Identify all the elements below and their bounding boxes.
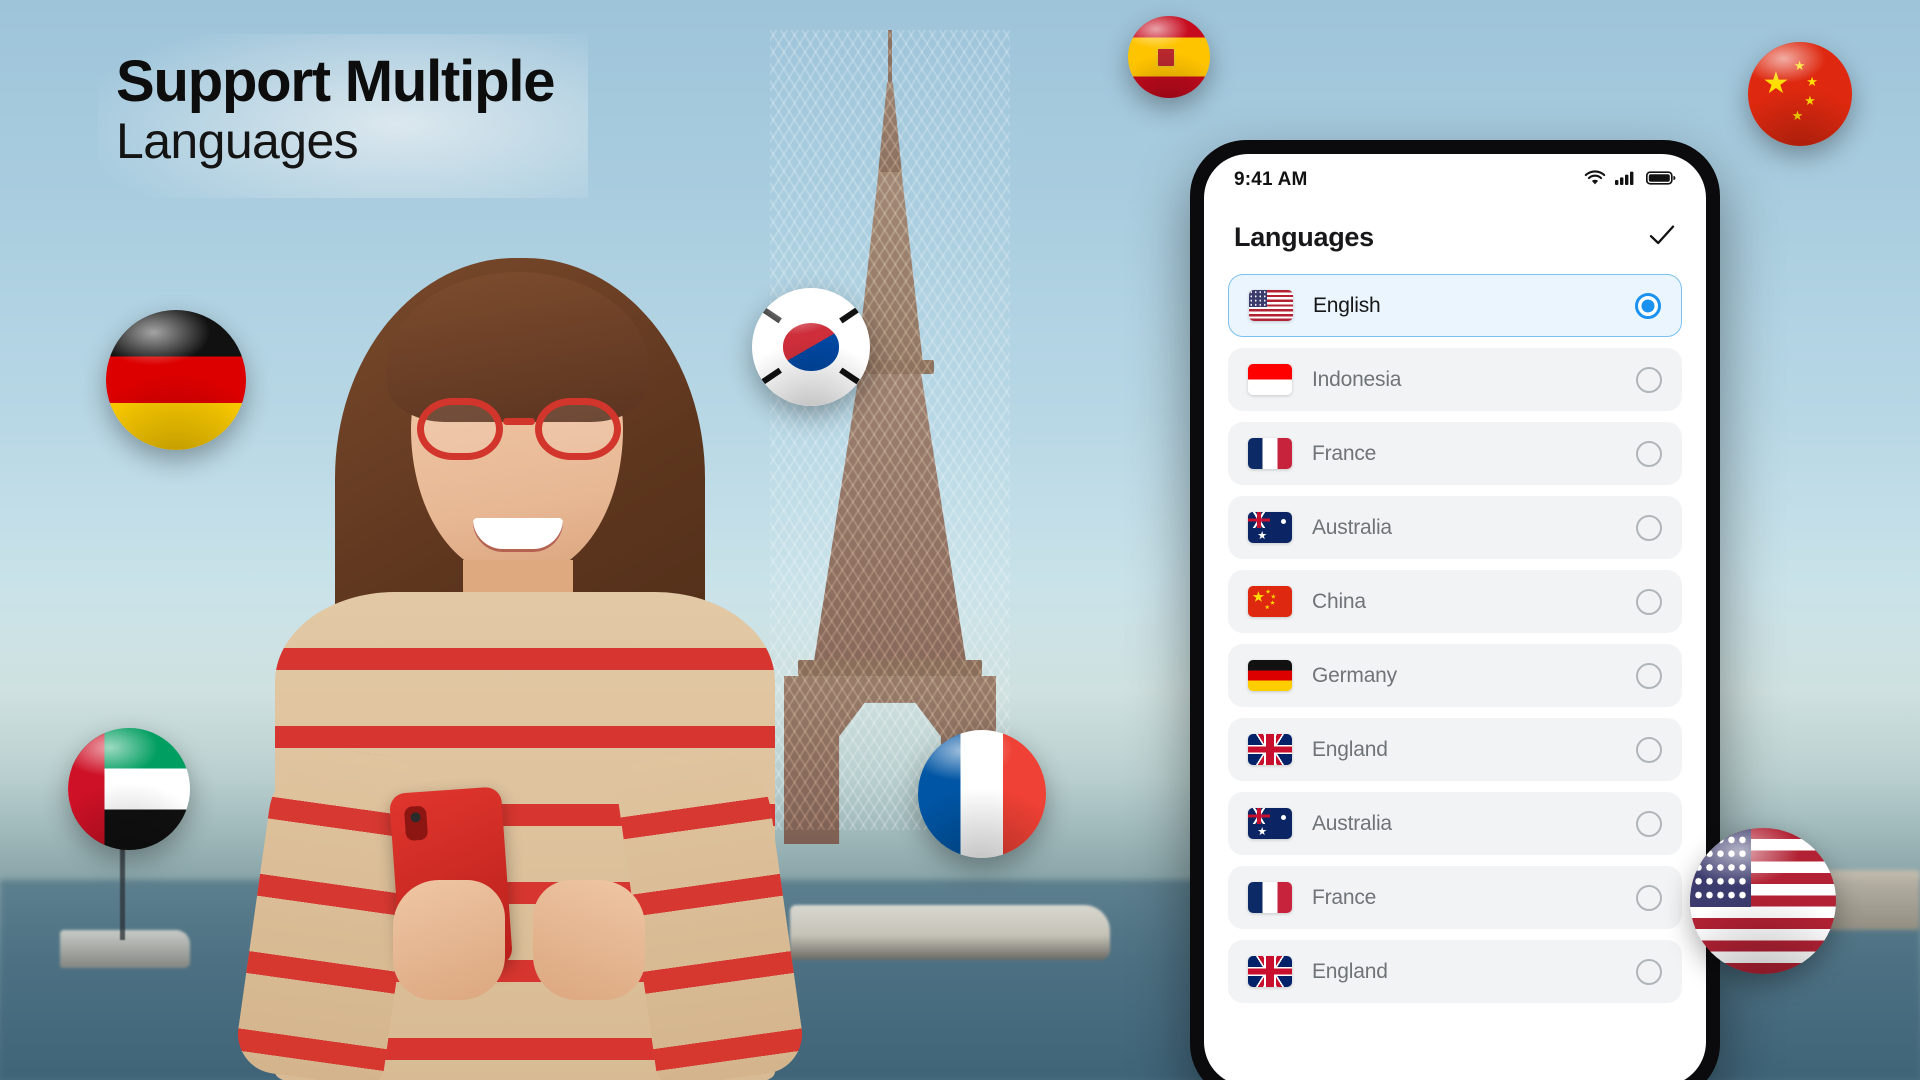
language-row-label: England bbox=[1312, 737, 1388, 761]
status-bar: 9:41 AM bbox=[1204, 154, 1706, 206]
language-row-english-0[interactable]: English bbox=[1228, 274, 1682, 337]
wifi-icon bbox=[1584, 169, 1606, 191]
radio-button[interactable] bbox=[1636, 366, 1662, 393]
phone-screen: 9:41 AM Languages English Indonesia Fran… bbox=[1204, 154, 1706, 1080]
flag-indonesia-icon bbox=[1248, 364, 1292, 395]
flag-australia-icon bbox=[1248, 512, 1292, 543]
checkmark-icon[interactable] bbox=[1648, 221, 1676, 254]
floating-flag-usa-icon bbox=[1690, 828, 1836, 974]
flag-france-icon bbox=[1248, 882, 1292, 913]
page-title: Support Multiple Languages bbox=[98, 34, 589, 199]
language-row-label: Germany bbox=[1312, 663, 1397, 687]
flag-australia-icon bbox=[1248, 808, 1292, 839]
app-header-title: Languages bbox=[1234, 221, 1374, 252]
language-row-australia-3[interactable]: Australia bbox=[1228, 496, 1682, 559]
flag-england-icon bbox=[1248, 734, 1292, 765]
battery-icon bbox=[1645, 170, 1676, 191]
eyeglasses bbox=[415, 398, 623, 462]
boat bbox=[790, 905, 1110, 960]
language-row-china-4[interactable]: China bbox=[1228, 570, 1682, 633]
language-row-france-8[interactable]: France bbox=[1228, 866, 1682, 929]
phone-mockup: 9:41 AM Languages English Indonesia Fran… bbox=[1190, 140, 1720, 1080]
language-row-label: Australia bbox=[1312, 811, 1392, 835]
radio-button[interactable] bbox=[1636, 958, 1662, 985]
language-row-australia-7[interactable]: Australia bbox=[1228, 792, 1682, 855]
radio-button-selected[interactable] bbox=[1635, 292, 1661, 319]
language-row-indonesia-1[interactable]: Indonesia bbox=[1228, 348, 1682, 411]
language-row-france-2[interactable]: France bbox=[1228, 422, 1682, 485]
language-row-label: France bbox=[1312, 885, 1377, 909]
language-list[interactable]: English Indonesia France Australia China Germ… bbox=[1204, 268, 1706, 1080]
cellular-signal-icon bbox=[1615, 170, 1637, 191]
floating-flag-spain-icon bbox=[1128, 16, 1210, 98]
floating-flag-china-icon: ★ ★ ★ ★ ★ bbox=[1748, 42, 1852, 146]
headline-line-2: Languages bbox=[116, 113, 359, 170]
language-row-germany-5[interactable]: Germany bbox=[1228, 644, 1682, 707]
app-header: Languages bbox=[1204, 206, 1706, 268]
radio-button[interactable] bbox=[1636, 514, 1662, 541]
floating-flag-uae-icon bbox=[68, 728, 190, 850]
status-bar-clock: 9:41 AM bbox=[1234, 169, 1308, 190]
flag-england-icon bbox=[1248, 956, 1292, 987]
flag-usa-icon bbox=[1249, 290, 1293, 321]
floating-flag-france-icon bbox=[918, 730, 1046, 858]
flag-germany-icon bbox=[1248, 660, 1292, 691]
radio-button[interactable] bbox=[1636, 662, 1662, 689]
radio-button[interactable] bbox=[1636, 440, 1662, 467]
language-row-england-9[interactable]: England bbox=[1228, 940, 1682, 1003]
language-row-label: Australia bbox=[1312, 515, 1392, 539]
woman-holding-phone-illustration bbox=[215, 230, 835, 1080]
flag-france-icon bbox=[1248, 438, 1292, 469]
language-row-label: English bbox=[1313, 293, 1381, 317]
language-row-label: Indonesia bbox=[1312, 367, 1402, 391]
floating-flag-germany-icon bbox=[106, 310, 246, 450]
floating-flag-south-korea-icon bbox=[752, 288, 870, 406]
radio-button[interactable] bbox=[1636, 588, 1662, 615]
flag-china-icon bbox=[1248, 586, 1292, 617]
radio-button[interactable] bbox=[1636, 810, 1662, 837]
language-row-label: China bbox=[1312, 589, 1366, 613]
language-row-label: England bbox=[1312, 959, 1388, 983]
language-row-label: France bbox=[1312, 441, 1377, 465]
language-row-england-6[interactable]: England bbox=[1228, 718, 1682, 781]
radio-button[interactable] bbox=[1636, 736, 1662, 763]
boat-small bbox=[60, 930, 190, 968]
radio-button[interactable] bbox=[1636, 884, 1662, 911]
headline-line-1: Support Multiple bbox=[116, 49, 555, 114]
